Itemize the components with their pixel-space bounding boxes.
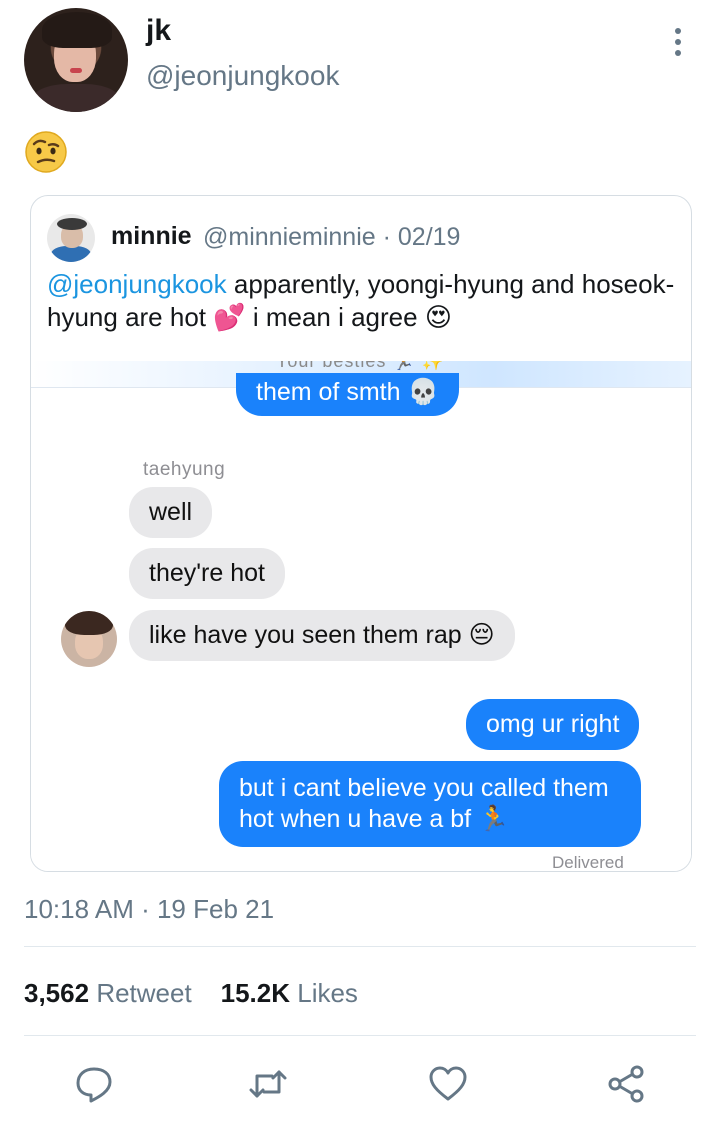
author-handle[interactable]: @jeonjungkook: [146, 60, 339, 92]
heart-emoji: 💕: [213, 302, 246, 332]
delivered-status: Delivered: [552, 853, 624, 871]
retweet-count[interactable]: 3,562: [24, 978, 89, 1008]
engagement-stats: 3,562 Retweet 15.2K Likes: [24, 978, 358, 1009]
message-out-3: but i cant believe you called them hot w…: [219, 761, 641, 847]
reply-icon[interactable]: [74, 1064, 114, 1104]
divider: [24, 946, 696, 947]
more-vertical-icon[interactable]: [668, 28, 688, 58]
heart-eyes-emoji: 😍: [424, 302, 452, 332]
like-icon[interactable]: [428, 1064, 468, 1104]
share-icon[interactable]: [606, 1064, 646, 1104]
author-display-name[interactable]: jk: [146, 14, 171, 48]
message-sender-name: taehyung: [143, 459, 226, 480]
quoted-author-name: minnie: [111, 222, 192, 250]
message-out-3-line-1: but i cant believe you called them: [239, 774, 609, 802]
tweet-timestamp: 10:18 AM · 19 Feb 21: [24, 894, 275, 924]
author-avatar[interactable]: [24, 8, 128, 112]
message-out-2: omg ur right: [466, 699, 640, 750]
divider: [24, 1035, 696, 1036]
quoted-author-meta: @minnieminnie · 02/19: [203, 223, 461, 251]
sender-avatar: [61, 611, 117, 667]
message-out-3-line-2: hot when u have a bf 🏃: [239, 805, 510, 833]
quoted-tweet-card[interactable]: minnie @minnieminnie · 02/19 @jeonjungko…: [30, 195, 692, 872]
message-in-2: they're hot: [129, 548, 285, 599]
quoted-tweet-text: @jeonjungkook apparently, yoongi-hyung a…: [47, 268, 677, 334]
message-out-1: them of smth 💀: [236, 373, 459, 416]
retweet-label[interactable]: Retweet: [96, 978, 191, 1008]
message-in-3: like have you seen them rap 😔: [129, 610, 515, 661]
quoted-author-avatar: [47, 214, 95, 262]
retweet-icon[interactable]: [248, 1064, 288, 1104]
like-count[interactable]: 15.2K: [221, 978, 290, 1008]
quoted-text-part-2: i mean i agree: [245, 302, 425, 332]
message-in-1: well: [129, 487, 213, 538]
attached-screenshot[interactable]: Your besties 🏃 ✨ them of smth 💀 taehyung…: [31, 361, 691, 871]
tweet-body-emoji: [24, 130, 68, 174]
mention-link[interactable]: @jeonjungkook: [47, 269, 227, 299]
screenshot-header-fragment: Your besties 🏃 ✨: [276, 361, 446, 371]
like-label[interactable]: Likes: [297, 978, 358, 1008]
